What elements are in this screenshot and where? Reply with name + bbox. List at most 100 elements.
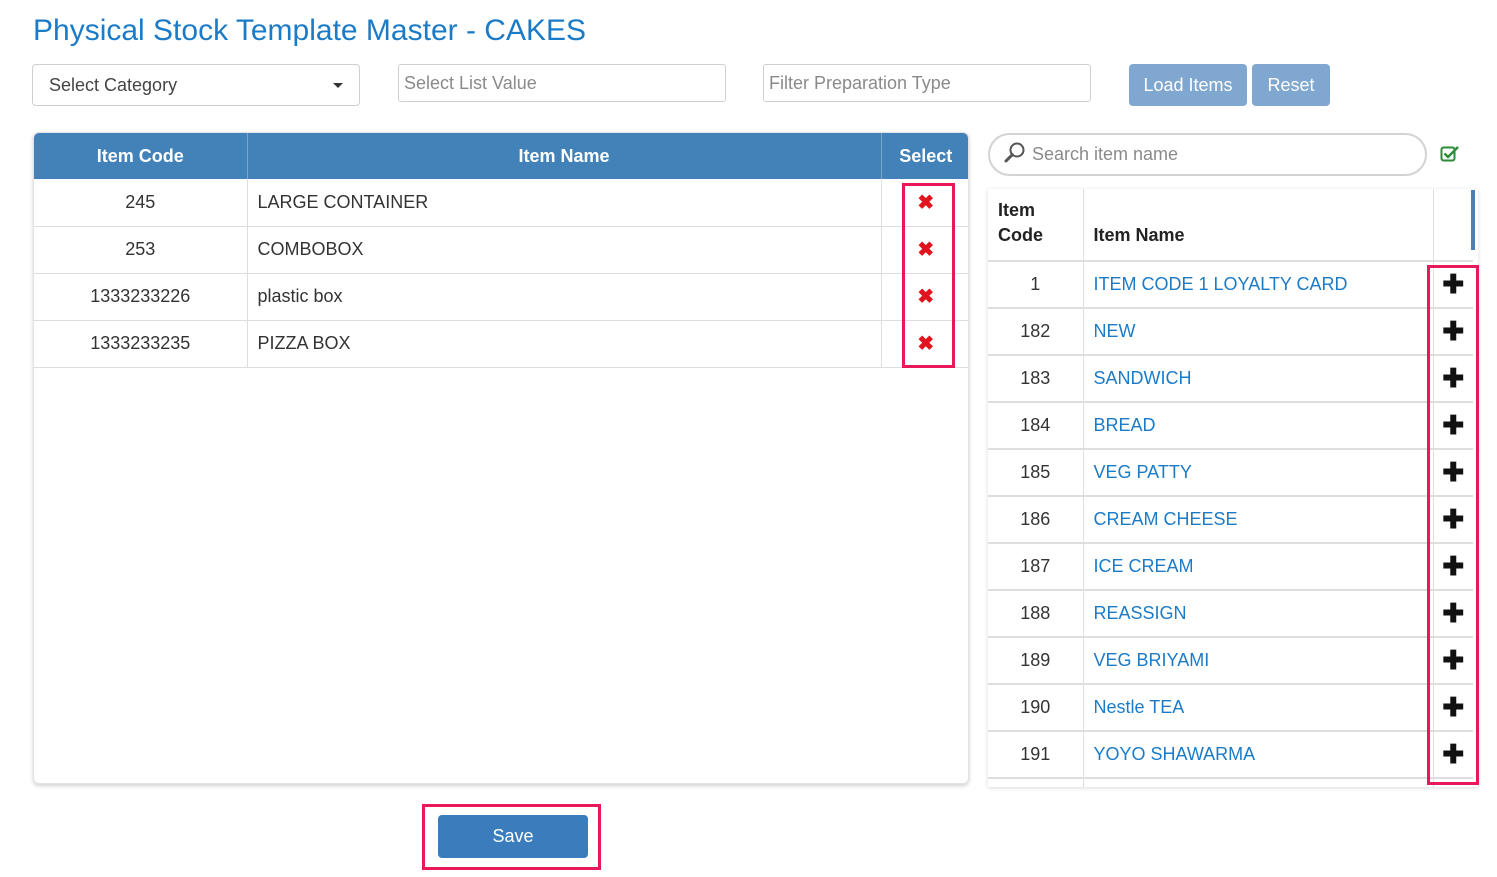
column-header-item-code: Item Code bbox=[34, 133, 248, 179]
page-title: Physical Stock Template Master - CAKES bbox=[33, 14, 586, 47]
item-code-cell: 1333233235 bbox=[34, 320, 248, 368]
add-icon[interactable]: ✚ bbox=[1442, 504, 1464, 534]
item-name-link[interactable]: NEW bbox=[1083, 308, 1434, 356]
reset-button[interactable]: Reset bbox=[1252, 64, 1330, 106]
item-code-cell: 245 bbox=[34, 179, 248, 227]
column-header-item-code: Item Code bbox=[988, 189, 1084, 262]
add-icon[interactable]: ✚ bbox=[1442, 316, 1464, 346]
item-name-link bbox=[1083, 778, 1434, 787]
select-cell: ✖ bbox=[881, 273, 968, 321]
category-select[interactable]: Select Category bbox=[32, 64, 360, 106]
item-name-link[interactable]: YOYO SHAWARMA bbox=[1083, 731, 1434, 779]
table-row: 189 VEG BRIYAMI ✚ bbox=[988, 637, 1473, 685]
table-row: 1333233226 plastic box ✖ bbox=[34, 273, 968, 321]
add-cell: ✚ bbox=[1433, 684, 1473, 732]
add-cell: ✚ bbox=[1433, 590, 1473, 638]
available-items-panel: Item Code Item Name 1 ITEM CODE 1 LOYALT… bbox=[988, 189, 1478, 787]
remove-icon[interactable]: ✖ bbox=[917, 286, 934, 308]
table-row: 182 NEW ✚ bbox=[988, 308, 1473, 356]
item-name-link[interactable]: ITEM CODE 1 LOYALTY CARD bbox=[1083, 261, 1434, 309]
item-name-link[interactable]: VEG BRIYAMI bbox=[1083, 637, 1434, 685]
category-select-label: Select Category bbox=[49, 74, 178, 95]
add-icon[interactable]: ✚ bbox=[1442, 363, 1464, 393]
add-cell: ✚ bbox=[1433, 402, 1473, 450]
add-icon[interactable]: ✚ bbox=[1442, 645, 1464, 675]
add-cell: ✚ bbox=[1433, 496, 1473, 544]
add-cell: ✚ bbox=[1433, 308, 1473, 356]
add-icon[interactable]: ✚ bbox=[1442, 598, 1464, 628]
list-value-input[interactable] bbox=[398, 64, 726, 102]
remove-icon[interactable]: ✖ bbox=[917, 192, 934, 214]
table-header-row: Item Code Item Name bbox=[988, 189, 1473, 262]
add-icon[interactable]: ✚ bbox=[1442, 739, 1464, 769]
table-row: 185 VEG PATTY ✚ bbox=[988, 449, 1473, 497]
table-row bbox=[988, 778, 1473, 787]
remove-icon[interactable]: ✖ bbox=[917, 333, 934, 355]
search-input[interactable] bbox=[1032, 144, 1412, 165]
available-items-table: Item Code Item Name 1 ITEM CODE 1 LOYALT… bbox=[988, 189, 1473, 787]
table-row: 245 LARGE CONTAINER ✖ bbox=[34, 179, 968, 227]
table-row: 186 CREAM CHEESE ✚ bbox=[988, 496, 1473, 544]
item-name-link[interactable]: SANDWICH bbox=[1083, 355, 1434, 403]
table-row: 253 COMBOBOX ✖ bbox=[34, 226, 968, 274]
column-header-item-name: Item Name bbox=[1083, 189, 1434, 262]
table-row: 187 ICE CREAM ✚ bbox=[988, 543, 1473, 591]
caret-down-icon bbox=[333, 82, 343, 88]
item-code-cell: 187 bbox=[988, 543, 1084, 591]
item-code-cell: 188 bbox=[988, 590, 1084, 638]
select-cell: ✖ bbox=[881, 179, 968, 227]
remove-icon[interactable]: ✖ bbox=[917, 239, 934, 261]
select-cell: ✖ bbox=[881, 320, 968, 368]
column-header-select: Select bbox=[881, 133, 968, 179]
item-search-box[interactable] bbox=[988, 133, 1427, 176]
item-code-cell: 183 bbox=[988, 355, 1084, 403]
table-row: 1333233235 PIZZA BOX ✖ bbox=[34, 320, 968, 368]
item-code-cell: 189 bbox=[988, 637, 1084, 685]
table-row: 191 YOYO SHAWARMA ✚ bbox=[988, 731, 1473, 779]
table-row: 184 BREAD ✚ bbox=[988, 402, 1473, 450]
item-name-link[interactable]: VEG PATTY bbox=[1083, 449, 1434, 497]
column-header-item-name: Item Name bbox=[247, 133, 882, 179]
item-code-cell: 253 bbox=[34, 226, 248, 274]
item-name-cell: PIZZA BOX bbox=[247, 320, 882, 368]
item-code-cell: 190 bbox=[988, 684, 1084, 732]
item-code-cell: 185 bbox=[988, 449, 1084, 497]
item-code-cell: 191 bbox=[988, 731, 1084, 779]
item-name-link[interactable]: BREAD bbox=[1083, 402, 1434, 450]
save-button[interactable]: Save bbox=[438, 815, 588, 858]
item-name-link[interactable]: Nestle TEA bbox=[1083, 684, 1434, 732]
add-cell: ✚ bbox=[1433, 543, 1473, 591]
select-cell: ✖ bbox=[881, 226, 968, 274]
add-icon[interactable]: ✚ bbox=[1442, 457, 1464, 487]
load-items-button[interactable]: Load Items bbox=[1129, 64, 1247, 106]
item-name-link[interactable]: REASSIGN bbox=[1083, 590, 1434, 638]
table-row: 188 REASSIGN ✚ bbox=[988, 590, 1473, 638]
add-cell: ✚ bbox=[1433, 637, 1473, 685]
preparation-type-input[interactable] bbox=[763, 64, 1091, 102]
add-cell: ✚ bbox=[1433, 731, 1473, 779]
selected-items-panel: Item Code Item Name Select 245 LARGE CON… bbox=[33, 132, 969, 784]
selected-items-table: Item Code Item Name Select 245 LARGE CON… bbox=[34, 133, 968, 368]
item-code-cell bbox=[988, 778, 1084, 787]
item-name-link[interactable]: ICE CREAM bbox=[1083, 543, 1434, 591]
table-header-row: Item Code Item Name Select bbox=[34, 133, 968, 179]
add-cell bbox=[1433, 778, 1473, 787]
add-icon[interactable]: ✚ bbox=[1442, 410, 1464, 440]
item-code-cell: 186 bbox=[988, 496, 1084, 544]
add-icon[interactable]: ✚ bbox=[1442, 551, 1464, 581]
add-cell: ✚ bbox=[1433, 355, 1473, 403]
item-code-cell: 1 bbox=[988, 261, 1084, 309]
item-code-cell: 182 bbox=[988, 308, 1084, 356]
add-icon[interactable]: ✚ bbox=[1442, 692, 1464, 722]
add-icon[interactable]: ✚ bbox=[1442, 269, 1464, 299]
scrollbar-thumb[interactable] bbox=[1471, 190, 1475, 250]
table-row: 1 ITEM CODE 1 LOYALTY CARD ✚ bbox=[988, 261, 1473, 309]
item-name-cell: plastic box bbox=[247, 273, 882, 321]
item-name-cell: COMBOBOX bbox=[247, 226, 882, 274]
select-all-check-icon[interactable] bbox=[1440, 145, 1460, 168]
add-cell: ✚ bbox=[1433, 261, 1473, 309]
add-cell: ✚ bbox=[1433, 449, 1473, 497]
table-row: 190 Nestle TEA ✚ bbox=[988, 684, 1473, 732]
item-name-link[interactable]: CREAM CHEESE bbox=[1083, 496, 1434, 544]
item-code-cell: 1333233226 bbox=[34, 273, 248, 321]
